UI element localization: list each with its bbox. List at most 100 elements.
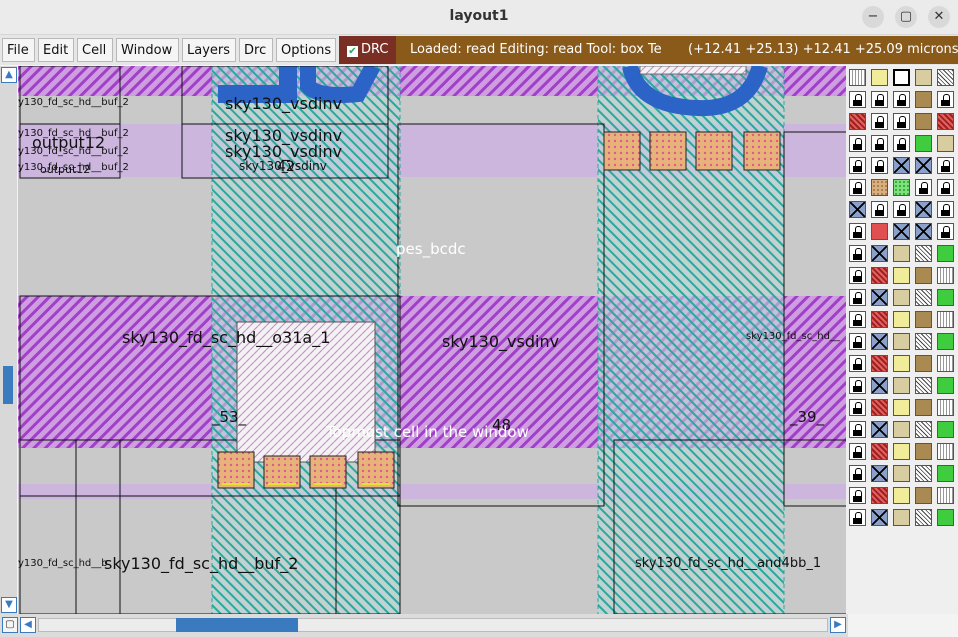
- tan-dots-layer-icon[interactable]: [871, 179, 888, 196]
- red-diag-layer-icon[interactable]: [871, 311, 888, 328]
- diag-layer-icon[interactable]: [915, 421, 932, 438]
- locked-layer-icon[interactable]: [849, 421, 866, 438]
- tan-layer-icon[interactable]: [893, 245, 910, 262]
- cross-layer-icon[interactable]: [893, 157, 910, 174]
- green-layer-icon[interactable]: [915, 135, 932, 152]
- cross-layer-icon[interactable]: [871, 509, 888, 526]
- locked-layer-icon[interactable]: [849, 157, 866, 174]
- locked-layer-icon[interactable]: [937, 223, 954, 240]
- locked-layer-icon[interactable]: [937, 201, 954, 218]
- tan-layer-icon[interactable]: [893, 289, 910, 306]
- locked-layer-icon[interactable]: [849, 135, 866, 152]
- menu-cell[interactable]: Cell: [77, 38, 113, 62]
- diag-layer-icon[interactable]: [915, 377, 932, 394]
- horizontal-scroll-thumb[interactable]: [176, 618, 298, 632]
- green-layer-icon[interactable]: [937, 509, 954, 526]
- dots-layer-icon[interactable]: [937, 267, 954, 284]
- dots-layer-icon[interactable]: [937, 487, 954, 504]
- locked-layer-icon[interactable]: [871, 201, 888, 218]
- vertical-scrollbar[interactable]: ▲ ▼: [0, 66, 17, 614]
- locked-layer-icon[interactable]: [849, 91, 866, 108]
- locked-layer-icon[interactable]: [849, 509, 866, 526]
- locked-layer-icon[interactable]: [893, 135, 910, 152]
- horizontal-scroll-track[interactable]: [38, 618, 828, 632]
- locked-layer-icon[interactable]: [849, 289, 866, 306]
- tan-layer-icon[interactable]: [915, 69, 932, 86]
- red-diag-layer-icon[interactable]: [871, 267, 888, 284]
- locked-layer-icon[interactable]: [849, 267, 866, 284]
- yellow-layer-icon[interactable]: [871, 69, 888, 86]
- brown-layer-icon[interactable]: [915, 355, 932, 372]
- dots-layer-icon[interactable]: [937, 311, 954, 328]
- locked-layer-icon[interactable]: [871, 91, 888, 108]
- menu-edit[interactable]: Edit: [38, 38, 74, 62]
- red-diag-layer-icon[interactable]: [937, 113, 954, 130]
- red-diag-layer-icon[interactable]: [871, 355, 888, 372]
- locked-layer-icon[interactable]: [871, 157, 888, 174]
- menu-options[interactable]: Options: [276, 38, 336, 62]
- menu-drc[interactable]: Drc: [239, 38, 273, 62]
- cross-layer-icon[interactable]: [871, 465, 888, 482]
- locked-layer-icon[interactable]: [849, 399, 866, 416]
- dots-layer-icon[interactable]: [937, 355, 954, 372]
- scroll-left-icon[interactable]: ◀: [20, 617, 36, 633]
- cross-layer-icon[interactable]: [893, 223, 910, 240]
- minimize-button[interactable]: −: [862, 6, 884, 28]
- brown-layer-icon[interactable]: [915, 443, 932, 460]
- brown-layer-icon[interactable]: [915, 267, 932, 284]
- black-layer-icon[interactable]: [893, 69, 910, 86]
- locked-layer-icon[interactable]: [849, 179, 866, 196]
- diag-layer-icon[interactable]: [915, 465, 932, 482]
- horizontal-scrollbar[interactable]: ▢ ◀ ▶: [0, 614, 848, 637]
- brown-layer-icon[interactable]: [915, 113, 932, 130]
- layout-canvas[interactable]: y130_fd_sc_hd__buf_2 y130_fd_sc_hd__buf_…: [18, 66, 846, 614]
- cross-layer-icon[interactable]: [871, 289, 888, 306]
- locked-layer-icon[interactable]: [937, 179, 954, 196]
- red-layer-icon[interactable]: [871, 223, 888, 240]
- locked-layer-icon[interactable]: [849, 245, 866, 262]
- tan-layer-icon[interactable]: [893, 377, 910, 394]
- locked-layer-icon[interactable]: [849, 311, 866, 328]
- dots-layer-icon[interactable]: [849, 69, 866, 86]
- tan-layer-icon[interactable]: [893, 509, 910, 526]
- locked-layer-icon[interactable]: [871, 113, 888, 130]
- locked-layer-icon[interactable]: [849, 355, 866, 372]
- green-layer-icon[interactable]: [937, 421, 954, 438]
- cross-layer-icon[interactable]: [849, 201, 866, 218]
- green-layer-icon[interactable]: [937, 289, 954, 306]
- cross-layer-icon[interactable]: [915, 201, 932, 218]
- locked-layer-icon[interactable]: [893, 113, 910, 130]
- brown-layer-icon[interactable]: [915, 311, 932, 328]
- brown-layer-icon[interactable]: [915, 487, 932, 504]
- locked-layer-icon[interactable]: [937, 157, 954, 174]
- menu-layers[interactable]: Layers: [182, 38, 236, 62]
- tan-layer-icon[interactable]: [893, 465, 910, 482]
- cross-layer-icon[interactable]: [915, 223, 932, 240]
- locked-layer-icon[interactable]: [937, 91, 954, 108]
- locked-layer-icon[interactable]: [849, 223, 866, 240]
- yellow-layer-icon[interactable]: [893, 487, 910, 504]
- menu-file[interactable]: File: [2, 38, 35, 62]
- maximize-button[interactable]: ▢: [895, 6, 917, 28]
- locked-layer-icon[interactable]: [849, 377, 866, 394]
- drc-toggle[interactable]: ✔ DRC: [339, 36, 396, 64]
- close-button[interactable]: ✕: [928, 6, 950, 28]
- scroll-up-icon[interactable]: ▲: [1, 67, 17, 83]
- yellow-layer-icon[interactable]: [893, 399, 910, 416]
- diag-layer-icon[interactable]: [915, 509, 932, 526]
- diag-layer-icon[interactable]: [915, 333, 932, 350]
- red-diag-layer-icon[interactable]: [871, 487, 888, 504]
- tan-layer-icon[interactable]: [937, 135, 954, 152]
- yellow-layer-icon[interactable]: [893, 267, 910, 284]
- scroll-down-icon[interactable]: ▼: [1, 597, 17, 613]
- red-diag-layer-icon[interactable]: [871, 443, 888, 460]
- locked-layer-icon[interactable]: [893, 91, 910, 108]
- yellow-layer-icon[interactable]: [893, 355, 910, 372]
- yellow-layer-icon[interactable]: [893, 443, 910, 460]
- scroll-right-icon[interactable]: ▶: [830, 617, 846, 633]
- yellow-layer-icon[interactable]: [893, 311, 910, 328]
- red-diag-layer-icon[interactable]: [871, 399, 888, 416]
- dots-layer-icon[interactable]: [937, 399, 954, 416]
- locked-layer-icon[interactable]: [849, 333, 866, 350]
- dots-layer-icon[interactable]: [937, 443, 954, 460]
